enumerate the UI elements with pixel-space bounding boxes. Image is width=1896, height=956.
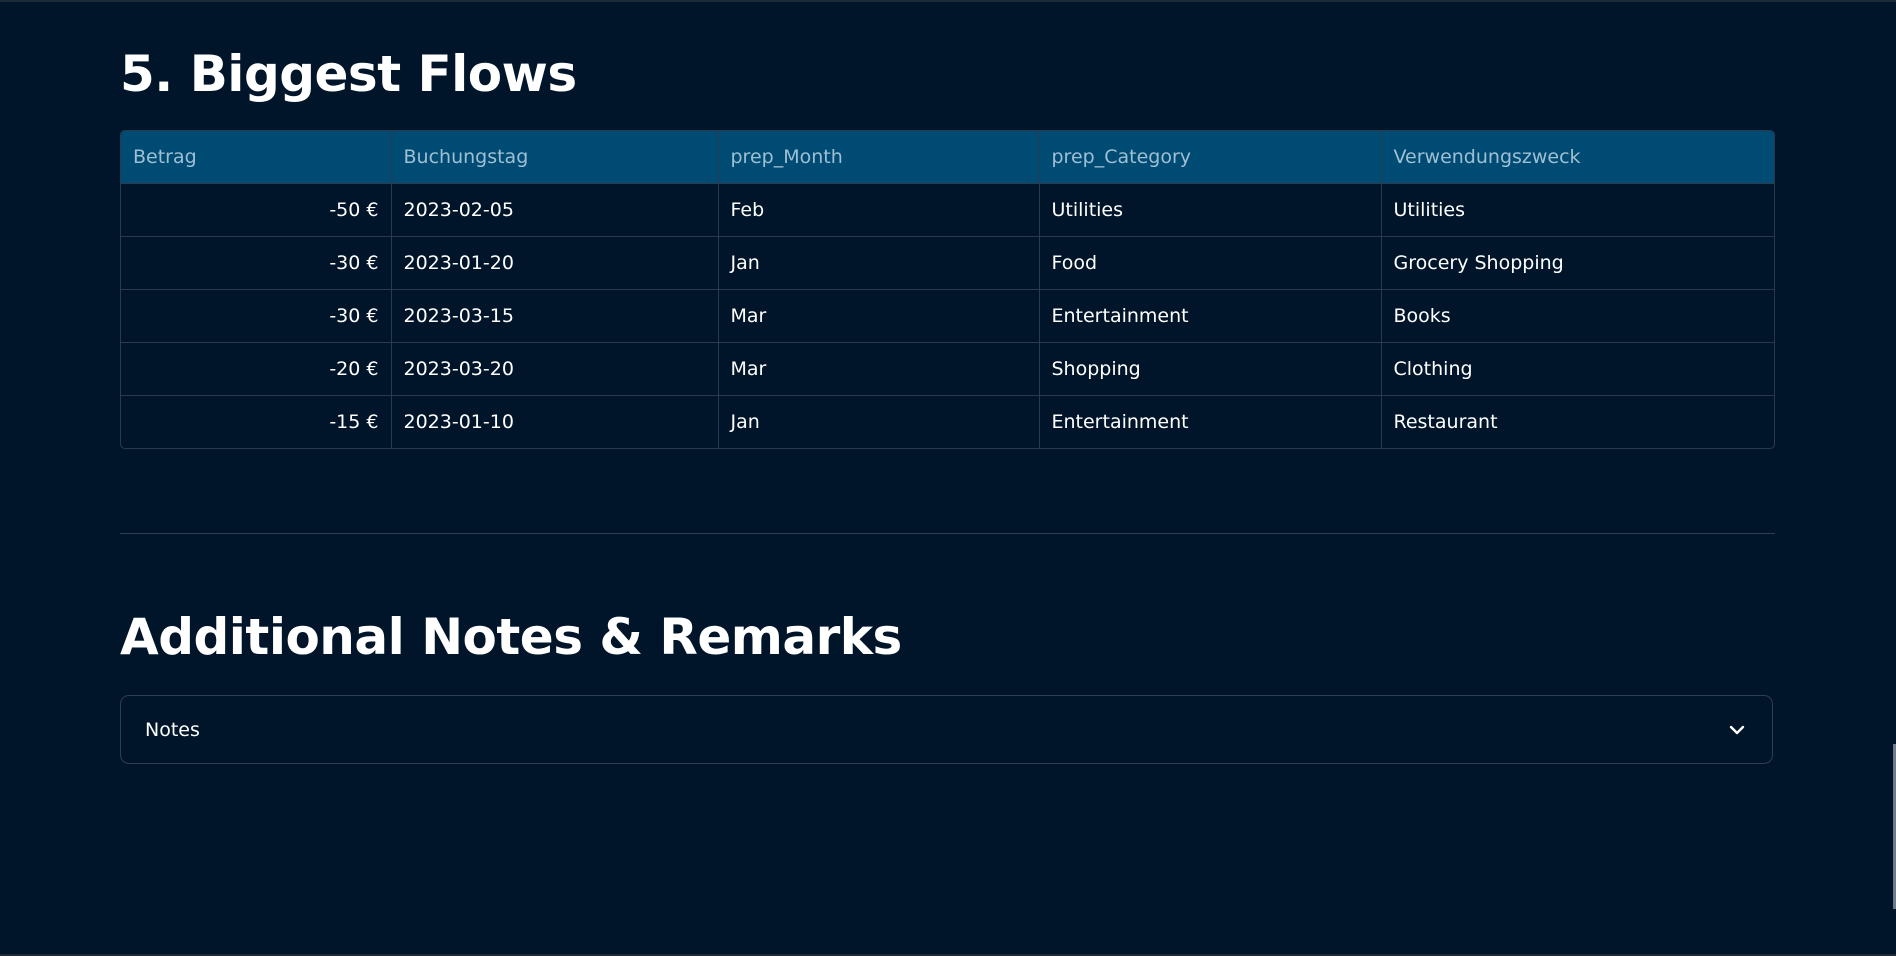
column-header-prep-month[interactable]: prep_Month <box>718 131 1040 184</box>
cell-betrag[interactable]: -15 € <box>121 395 392 448</box>
cell-prep-category[interactable]: Food <box>1039 236 1382 290</box>
table-header-row: Betrag Buchungstag prep_Month prep_Categ… <box>121 131 1774 184</box>
cell-verwendungszweck[interactable]: Utilities <box>1381 183 1774 237</box>
cell-buchungstag[interactable]: 2023-03-20 <box>391 342 719 396</box>
section-divider <box>120 533 1775 534</box>
chevron-down-icon[interactable] <box>1726 719 1748 741</box>
cell-prep-month[interactable]: Jan <box>718 236 1040 290</box>
cell-betrag[interactable]: -20 € <box>121 342 392 396</box>
cell-prep-month[interactable]: Mar <box>718 342 1040 396</box>
cell-verwendungszweck[interactable]: Grocery Shopping <box>1381 236 1774 290</box>
table-row: -30 € 2023-01-20 Jan Food Grocery Shoppi… <box>121 236 1774 290</box>
cell-verwendungszweck[interactable]: Books <box>1381 289 1774 343</box>
table-row: -50 € 2023-02-05 Feb Utilities Utilities <box>121 183 1774 237</box>
cell-buchungstag[interactable]: 2023-02-05 <box>391 183 719 237</box>
cell-prep-category[interactable]: Entertainment <box>1039 289 1382 343</box>
column-header-prep-category[interactable]: prep_Category <box>1039 131 1382 184</box>
biggest-flows-table[interactable]: Betrag Buchungstag prep_Month prep_Categ… <box>120 130 1775 449</box>
cell-buchungstag[interactable]: 2023-03-15 <box>391 289 719 343</box>
notes-expander[interactable]: Notes <box>120 695 1773 764</box>
column-header-betrag[interactable]: Betrag <box>121 131 392 184</box>
cell-verwendungszweck[interactable]: Restaurant <box>1381 396 1774 449</box>
table-row: -30 € 2023-03-15 Mar Entertainment Books <box>121 289 1774 343</box>
section-title-biggest-flows: 5. Biggest Flows <box>120 45 577 103</box>
cell-prep-category[interactable]: Entertainment <box>1039 395 1382 448</box>
cell-betrag[interactable]: -30 € <box>121 236 392 290</box>
cell-betrag[interactable]: -50 € <box>121 183 392 237</box>
cell-buchungstag[interactable]: 2023-01-10 <box>391 395 719 448</box>
table-row: -15 € 2023-01-10 Jan Entertainment Resta… <box>121 395 1774 449</box>
cell-verwendungszweck[interactable]: Clothing <box>1381 342 1774 396</box>
cell-prep-category[interactable]: Shopping <box>1039 342 1382 396</box>
cell-betrag[interactable]: -30 € <box>121 289 392 343</box>
cell-prep-month[interactable]: Mar <box>718 289 1040 343</box>
cell-prep-month[interactable]: Feb <box>718 183 1040 237</box>
cell-prep-category[interactable]: Utilities <box>1039 183 1382 237</box>
table-row: -20 € 2023-03-20 Mar Shopping Clothing <box>121 342 1774 396</box>
cell-buchungstag[interactable]: 2023-01-20 <box>391 236 719 290</box>
notes-expander-label: Notes <box>145 718 200 741</box>
cell-prep-month[interactable]: Jan <box>718 395 1040 448</box>
section-title-additional-notes: Additional Notes & Remarks <box>120 608 902 666</box>
column-header-verwendungszweck[interactable]: Verwendungszweck <box>1381 131 1774 184</box>
top-border <box>0 0 1896 2</box>
column-header-buchungstag[interactable]: Buchungstag <box>391 131 719 184</box>
